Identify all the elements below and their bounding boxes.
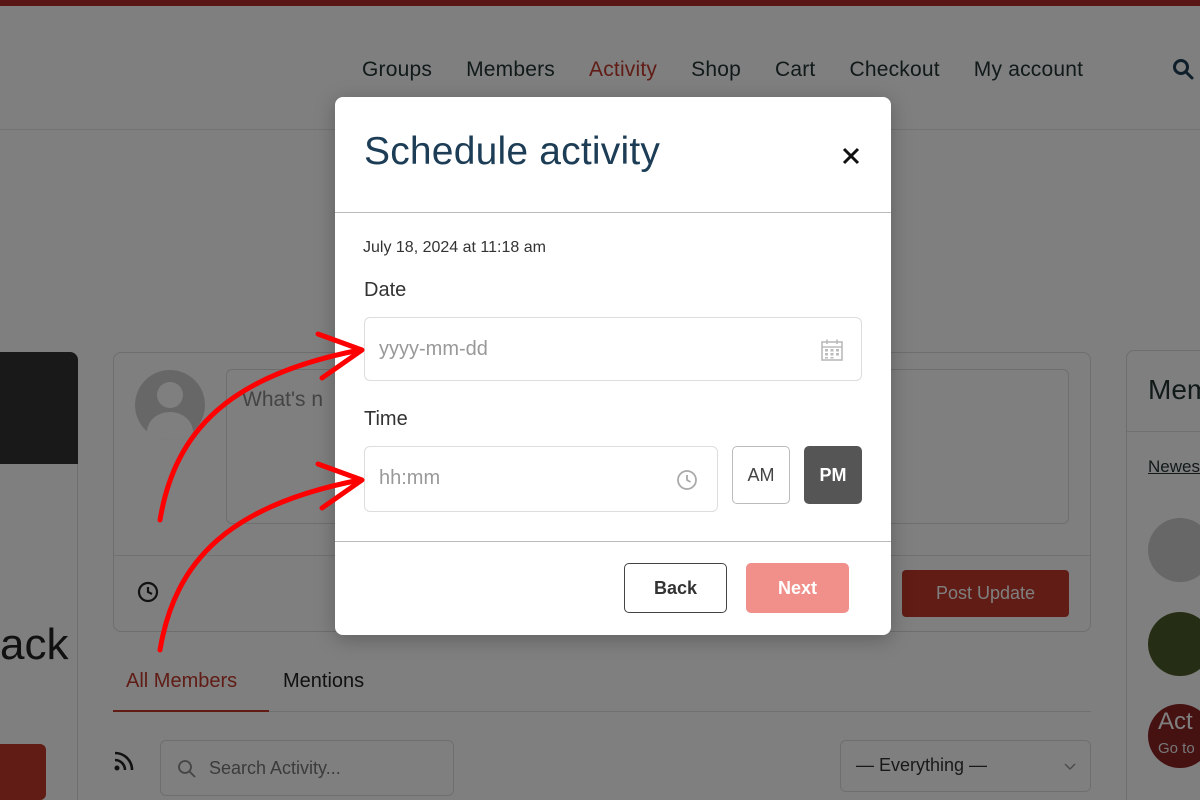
am-toggle-button[interactable]: AM <box>732 446 790 504</box>
time-field[interactable]: hh:mm <box>364 446 718 512</box>
modal-header-divider <box>335 212 891 213</box>
current-timestamp: July 18, 2024 at 11:18 am <box>363 239 546 256</box>
time-placeholder: hh:mm <box>379 467 441 489</box>
clock-icon[interactable] <box>676 469 698 491</box>
date-label: Date <box>364 279 407 301</box>
time-label: Time <box>364 408 408 430</box>
close-icon[interactable] <box>840 145 862 167</box>
next-button[interactable]: Next <box>746 563 849 613</box>
modal-title: Schedule activity <box>364 130 661 173</box>
date-placeholder: yyyy-mm-dd <box>379 338 488 360</box>
pm-toggle-button[interactable]: PM <box>804 446 862 504</box>
schedule-activity-modal: Schedule activity July 18, 2024 at 11:18… <box>335 97 891 635</box>
date-field[interactable]: yyyy-mm-dd <box>364 317 862 381</box>
modal-footer-divider <box>335 541 891 542</box>
back-button[interactable]: Back <box>624 563 727 613</box>
calendar-icon[interactable] <box>820 338 844 362</box>
